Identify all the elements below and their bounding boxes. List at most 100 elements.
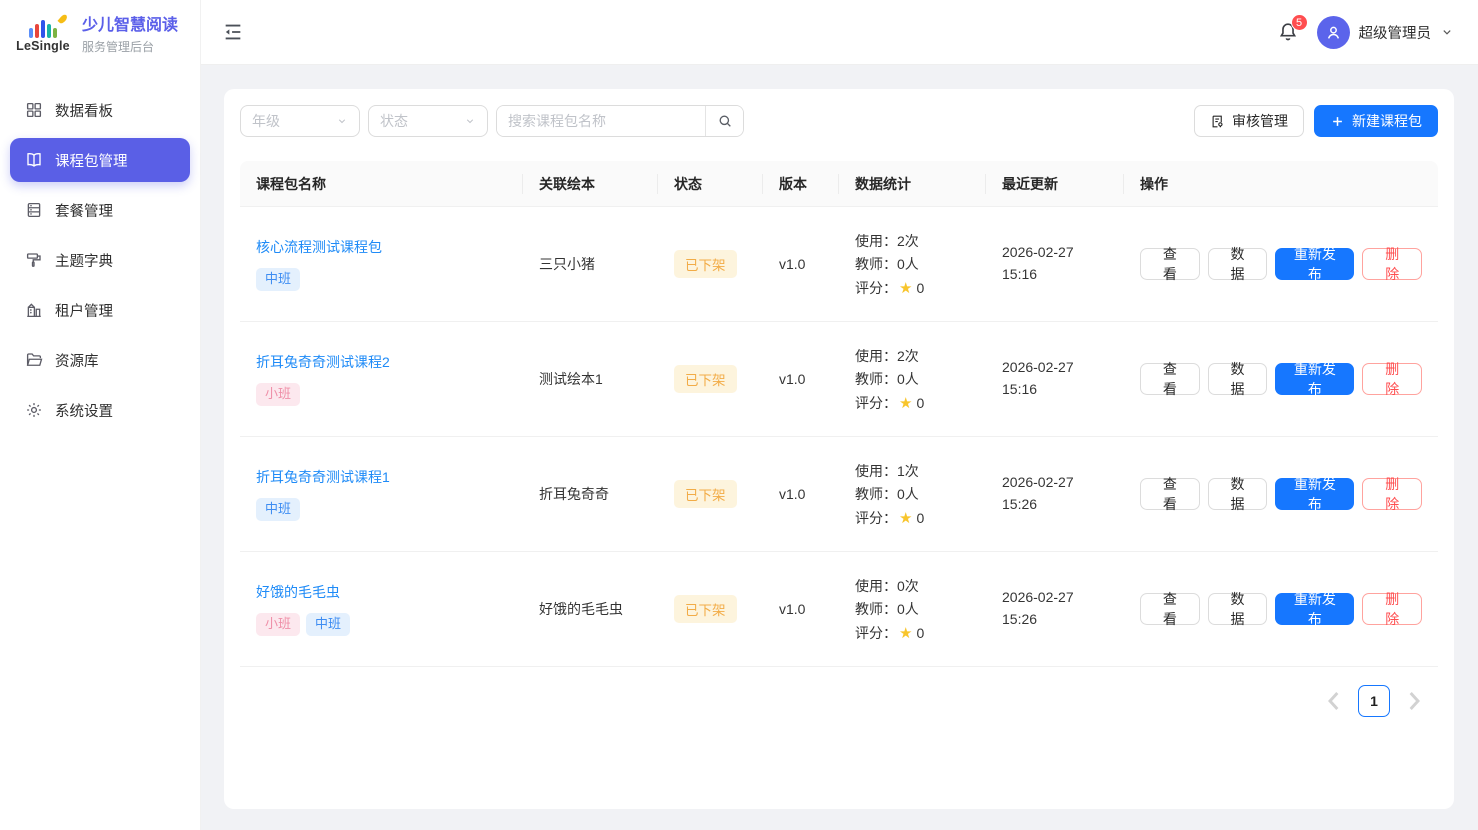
table-row: 折耳兔奇奇测试课程1 中班 折耳兔奇奇 已下架 v1.0 使用：1次 教师：0人…: [240, 437, 1438, 552]
updated-time: 15:26: [1002, 609, 1108, 631]
plus-icon: [1330, 114, 1345, 129]
data-button[interactable]: 数据: [1208, 593, 1268, 625]
sidebar-item-resource[interactable]: 资源库: [10, 338, 190, 382]
sidebar-item-label: 主题字典: [55, 250, 113, 271]
grade-tags: 中班: [256, 268, 507, 291]
grade-tag: 小班: [256, 383, 300, 406]
version: v1.0: [763, 589, 839, 629]
table-row: 折耳兔奇奇测试课程2 小班 测试绘本1 已下架 v1.0 使用：2次 教师：0人…: [240, 322, 1438, 437]
star-icon: ★: [899, 624, 912, 642]
usage-label: 使用：: [855, 231, 897, 251]
usage-value: 0次: [897, 576, 919, 596]
rating-label: 评分：: [855, 393, 897, 413]
user-menu[interactable]: 超级管理员: [1317, 16, 1455, 49]
star-icon: ★: [899, 509, 912, 527]
teacher-value: 0人: [897, 254, 919, 274]
updated-at: 2026-02-27 15:26: [986, 575, 1124, 642]
updated-date: 2026-02-27: [1002, 472, 1108, 494]
rating-value: 0: [916, 510, 924, 526]
page-number[interactable]: 1: [1358, 685, 1390, 717]
sidebar-menu: 数据看板 课程包管理 套餐管理 主题字典 租户管理 资源库 系统设置: [0, 70, 200, 432]
course-package-link[interactable]: 核心流程测试课程包: [256, 237, 382, 257]
updated-date: 2026-02-27: [1002, 587, 1108, 609]
view-button[interactable]: 查看: [1140, 248, 1200, 280]
folder-icon: [25, 351, 43, 369]
table-body: 核心流程测试课程包 中班 三只小猪 已下架 v1.0 使用：2次 教师：0人 评…: [240, 207, 1438, 667]
status-badge: 已下架: [674, 365, 737, 393]
notification-bell[interactable]: 5: [1277, 21, 1299, 43]
course-package-link[interactable]: 折耳兔奇奇测试课程1: [256, 467, 390, 487]
audit-manage-label: 审核管理: [1232, 111, 1288, 131]
logo-wordmark: LeSingle: [16, 39, 70, 53]
updated-time: 15:16: [1002, 379, 1108, 401]
view-button[interactable]: 查看: [1140, 593, 1200, 625]
sidebar-item-settings[interactable]: 系统设置: [10, 388, 190, 432]
search-input[interactable]: [497, 106, 705, 136]
sidebar-item-tenant[interactable]: 租户管理: [10, 288, 190, 332]
course-package-table: 课程包名称关联绘本状态版本数据统计最近更新操作 核心流程测试课程包 中班 三只小…: [240, 161, 1438, 667]
prev-page-icon[interactable]: [1318, 685, 1350, 717]
search-box: [496, 105, 744, 137]
status-select[interactable]: 状态: [368, 105, 488, 137]
sidebar-item-dashboard[interactable]: 数据看板: [10, 88, 190, 132]
republish-button[interactable]: 重新发布: [1275, 593, 1354, 625]
delete-button[interactable]: 删除: [1362, 248, 1422, 280]
rating-value: 0: [916, 395, 924, 411]
version: v1.0: [763, 474, 839, 514]
grade-tag: 中班: [256, 268, 300, 291]
data-button[interactable]: 数据: [1208, 478, 1268, 510]
column-header: 课程包名称: [240, 161, 523, 206]
logo-bars-icon: [29, 18, 57, 38]
view-button[interactable]: 查看: [1140, 478, 1200, 510]
usage-label: 使用：: [855, 576, 897, 596]
version: v1.0: [763, 244, 839, 284]
grade-select[interactable]: 年级: [240, 105, 360, 137]
grade-tags: 小班中班: [256, 613, 507, 636]
column-header: 数据统计: [839, 161, 986, 206]
rating-value: 0: [916, 625, 924, 641]
view-button[interactable]: 查看: [1140, 363, 1200, 395]
star-icon: ★: [899, 394, 912, 412]
row-actions: 查看数据重新发布删除: [1124, 351, 1438, 407]
data-button[interactable]: 数据: [1208, 248, 1268, 280]
republish-button[interactable]: 重新发布: [1275, 478, 1354, 510]
pagination: 1: [240, 685, 1438, 717]
top-header: 5 超级管理员: [200, 0, 1478, 65]
gear-icon: [25, 401, 43, 419]
usage-label: 使用：: [855, 346, 897, 366]
republish-button[interactable]: 重新发布: [1275, 248, 1354, 280]
version: v1.0: [763, 359, 839, 399]
data-button[interactable]: 数据: [1208, 363, 1268, 395]
user-icon: [1324, 23, 1343, 42]
package-list-icon: [25, 201, 43, 219]
usage-label: 使用：: [855, 461, 897, 481]
grade-tag: 中班: [256, 498, 300, 521]
course-package-link[interactable]: 折耳兔奇奇测试课程2: [256, 352, 390, 372]
sidebar-item-course-package[interactable]: 课程包管理: [10, 138, 190, 182]
audit-manage-button[interactable]: 审核管理: [1194, 105, 1304, 137]
related-book: 折耳兔奇奇: [523, 472, 658, 516]
star-icon: ★: [899, 279, 912, 297]
delete-button[interactable]: 删除: [1362, 593, 1422, 625]
menu-fold-icon[interactable]: [222, 21, 244, 43]
rating-value: 0: [916, 280, 924, 296]
delete-button[interactable]: 删除: [1362, 363, 1422, 395]
user-name: 超级管理员: [1359, 22, 1432, 43]
next-page-icon[interactable]: [1398, 685, 1430, 717]
rating-label: 评分：: [855, 508, 897, 528]
main-content: 年级 状态 审核管理: [200, 65, 1478, 830]
delete-button[interactable]: 删除: [1362, 478, 1422, 510]
course-package-link[interactable]: 好饿的毛毛虫: [256, 582, 340, 602]
brand-logo: LeSingle 少儿智慧阅读 服务管理后台: [0, 0, 200, 70]
sidebar-item-plan[interactable]: 套餐管理: [10, 188, 190, 232]
create-package-button[interactable]: 新建课程包: [1314, 105, 1438, 137]
sidebar-item-label: 系统设置: [55, 400, 113, 421]
sidebar: LeSingle 少儿智慧阅读 服务管理后台 数据看板 课程包管理 套餐管理 主…: [0, 0, 200, 830]
usage-value: 2次: [897, 231, 919, 251]
column-header: 版本: [763, 161, 839, 206]
sidebar-item-theme-dict[interactable]: 主题字典: [10, 238, 190, 282]
republish-button[interactable]: 重新发布: [1275, 363, 1354, 395]
column-header: 最近更新: [986, 161, 1124, 206]
search-button[interactable]: [705, 106, 743, 136]
usage-value: 2次: [897, 346, 919, 366]
